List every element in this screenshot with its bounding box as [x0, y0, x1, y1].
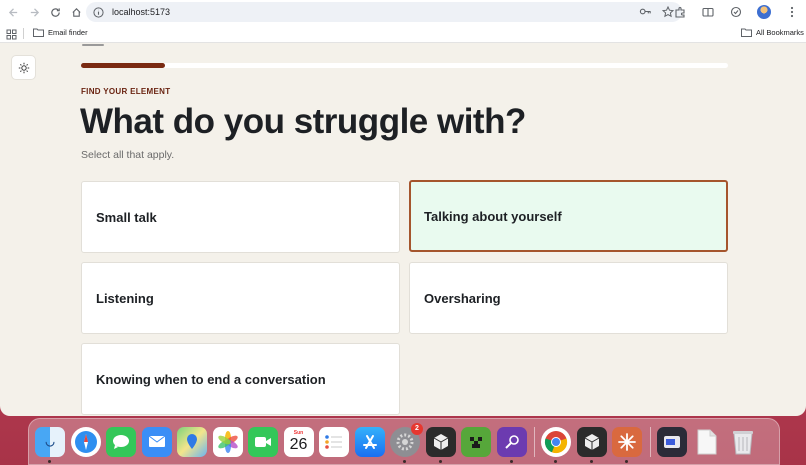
- divider-stub: [82, 44, 104, 46]
- bookmark-label: Email finder: [48, 28, 88, 37]
- question-title: What do you struggle with?: [80, 102, 526, 141]
- claude-icon[interactable]: [612, 426, 642, 463]
- dock-separator: [534, 426, 535, 457]
- chrome-icon[interactable]: [541, 426, 571, 463]
- site-info-icon[interactable]: [91, 5, 105, 19]
- password-key-icon[interactable]: [639, 5, 652, 23]
- arrow-left-icon: [8, 7, 17, 17]
- calendar-day: 26: [289, 436, 308, 453]
- reading-list-icon[interactable]: [698, 2, 718, 22]
- sync-icon[interactable]: [726, 2, 746, 22]
- option-label: Listening: [96, 290, 154, 306]
- reload-button[interactable]: [45, 2, 65, 22]
- browser-window: localhost:5173 Email finder All Bookmark…: [0, 0, 806, 416]
- option-oversharing[interactable]: Oversharing: [409, 262, 728, 334]
- option-talking-about-yourself[interactable]: Talking about yourself: [409, 180, 728, 252]
- mail-icon[interactable]: [141, 426, 172, 457]
- home-button[interactable]: [66, 2, 86, 22]
- forward-button[interactable]: [24, 2, 44, 22]
- extensions-icon[interactable]: [670, 2, 690, 22]
- home-icon: [71, 7, 81, 17]
- menu-icon[interactable]: [782, 2, 802, 22]
- bookmarks-bar: Email finder All Bookmarks: [0, 24, 806, 43]
- question-subtitle: Select all that apply.: [81, 149, 175, 161]
- dock: ◡ Sun 26 2: [28, 418, 780, 465]
- folder-icon: [33, 28, 44, 37]
- sun-icon: [18, 62, 29, 73]
- finder-icon[interactable]: ◡: [35, 426, 65, 463]
- bookmarks-divider: [23, 28, 24, 39]
- option-label: Talking about yourself: [424, 208, 562, 224]
- app-icon[interactable]: [576, 426, 607, 463]
- maps-icon[interactable]: [177, 426, 207, 457]
- section-eyebrow: FIND YOUR ELEMENT: [81, 87, 171, 96]
- url-text[interactable]: localhost:5173: [112, 7, 170, 17]
- progress-fill: [81, 63, 166, 68]
- folder-icon: [741, 28, 752, 37]
- reload-icon: [50, 7, 60, 17]
- bookmark-label: All Bookmarks: [756, 28, 804, 37]
- option-knowing-when-to-end[interactable]: Knowing when to end a conversation: [81, 343, 400, 415]
- option-label: Oversharing: [424, 290, 501, 306]
- calendar-icon[interactable]: Sun 26: [283, 426, 314, 457]
- document-icon[interactable]: [692, 427, 722, 457]
- reminders-icon[interactable]: [319, 426, 349, 457]
- safari-icon[interactable]: [70, 426, 101, 457]
- app-store-icon[interactable]: [354, 426, 385, 457]
- facetime-icon[interactable]: [248, 426, 278, 457]
- all-bookmarks-button[interactable]: All Bookmarks: [741, 28, 804, 37]
- browser-toolbar: localhost:5173: [0, 0, 806, 24]
- dock-separator: [649, 426, 651, 457]
- address-bar[interactable]: localhost:5173: [86, 2, 682, 22]
- option-label: Small talk: [96, 209, 157, 225]
- quiz-page: FIND YOUR ELEMENT What do you struggle w…: [0, 44, 806, 416]
- system-settings-icon[interactable]: 2: [390, 422, 423, 463]
- photos-icon[interactable]: [212, 426, 243, 457]
- option-label: Knowing when to end a conversation: [96, 371, 326, 387]
- theme-toggle-button[interactable]: [11, 55, 36, 80]
- profile-avatar[interactable]: [754, 2, 774, 22]
- option-small-talk[interactable]: Small talk: [81, 181, 400, 253]
- bookmark-folder-email-finder[interactable]: Email finder: [33, 28, 88, 37]
- arrow-right-icon: [30, 7, 39, 17]
- back-button[interactable]: [3, 2, 23, 22]
- option-listening[interactable]: Listening: [81, 262, 400, 334]
- app-icon[interactable]: [425, 426, 456, 463]
- trash-icon[interactable]: [728, 427, 758, 457]
- messages-icon[interactable]: [106, 426, 136, 457]
- app-icon[interactable]: [656, 426, 687, 457]
- apps-grid-icon[interactable]: [6, 27, 17, 45]
- progress-bar: [81, 63, 728, 68]
- minecraft-icon[interactable]: [461, 426, 491, 457]
- app-icon[interactable]: [496, 426, 527, 463]
- settings-badge: 2: [411, 422, 423, 435]
